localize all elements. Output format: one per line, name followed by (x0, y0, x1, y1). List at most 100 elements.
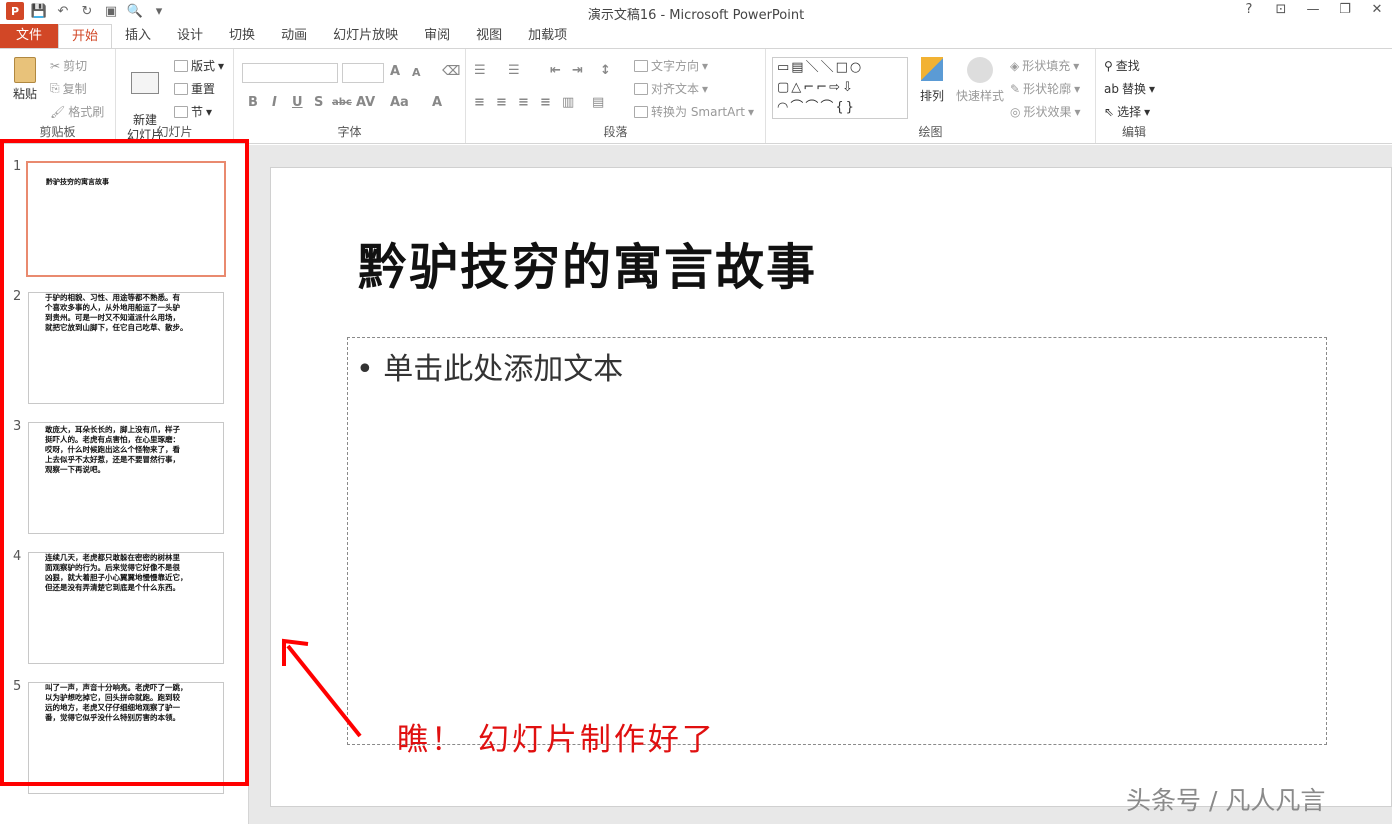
increase-indent-icon[interactable]: ⇥ (572, 63, 583, 78)
tab-transitions[interactable]: 切换 (216, 24, 268, 48)
text-direction-label: 文字方向 (651, 59, 700, 73)
character-spacing-button[interactable]: AV (356, 95, 375, 110)
align-text-label: 对齐文本 (651, 82, 700, 96)
shape-outline-label: 形状轮廓 (1023, 82, 1072, 96)
copy-icon: ⎘ (50, 81, 60, 95)
title-bar: P 💾 ↶ ↻ ▣ 🔍 ▾ 演示文稿16 - Microsoft PowerPo… (0, 0, 1392, 24)
drawing-group-label: 绘图 (918, 125, 943, 139)
clipboard-icon (14, 57, 36, 83)
shape-fill-button[interactable]: ◈ 形状填充 ▾ (1010, 57, 1079, 74)
paragraph-group-label: 段落 (603, 125, 628, 139)
tab-addins[interactable]: 加载项 (515, 24, 580, 48)
slide-title[interactable]: 黔驴技穷的寓言故事 (358, 228, 817, 299)
quick-styles-button[interactable]: 快速样式 (954, 57, 1006, 104)
tab-view[interactable]: 视图 (463, 24, 515, 48)
close-icon[interactable]: ✕ (1368, 2, 1386, 17)
reset-label: 重置 (191, 82, 216, 96)
powerpoint-window: P 💾 ↶ ↻ ▣ 🔍 ▾ 演示文稿16 - Microsoft PowerPo… (0, 0, 1392, 824)
arrange-button[interactable]: 排列 (914, 57, 950, 104)
numbering-icon[interactable]: ☰ (508, 63, 520, 78)
pen-icon: ✎ (1010, 81, 1021, 96)
reset-button[interactable]: 重置 (174, 80, 215, 97)
paste-button[interactable]: 粘贴 (8, 57, 42, 102)
replace-label: 替换 (1121, 82, 1146, 96)
format-painter-label: 格式刷 (68, 105, 105, 119)
binoculars-icon: ⚲ (1104, 58, 1113, 73)
smartart-label: 转换为 SmartArt (651, 105, 745, 119)
align-center-icon[interactable]: ≡ (496, 95, 507, 110)
paste-label: 粘贴 (12, 87, 37, 101)
select-label: 选择 (1117, 105, 1142, 119)
align-right-icon[interactable]: ≡ (518, 95, 529, 110)
reset-icon (174, 82, 188, 95)
grow-font-icon[interactable]: A (390, 64, 400, 79)
find-button[interactable]: ⚲ 查找 (1104, 57, 1140, 74)
copy-label: 复制 (62, 82, 87, 96)
quick-styles-icon (967, 57, 993, 83)
italic-button[interactable]: I (272, 95, 277, 110)
slides-group-label: 幻灯片 (156, 125, 193, 139)
bold-button[interactable]: B (248, 95, 258, 110)
help-icon[interactable]: ? (1240, 2, 1258, 17)
shapes-gallery[interactable]: ▭▤＼＼□○ ▢△⌐⌐⇨⇩ ◠⌒⌒⌒{} (772, 57, 908, 119)
paint-bucket-icon: ◈ (1010, 58, 1020, 73)
ribbon-display-options-icon[interactable]: ⊡ (1272, 2, 1290, 17)
scissors-icon: ✂ (50, 58, 61, 73)
tab-slideshow[interactable]: 幻灯片放映 (320, 24, 411, 48)
align-text-button[interactable]: 对齐文本 ▾ (634, 80, 708, 97)
tab-home[interactable]: 开始 (58, 24, 113, 48)
font-group: A A ⌫ B I U S abc AV Aa A 字体 (234, 49, 466, 143)
line-spacing-icon[interactable]: ↕ (600, 63, 611, 78)
tab-animations[interactable]: 动画 (268, 24, 320, 48)
decrease-indent-icon[interactable]: ⇤ (550, 63, 561, 78)
clear-formatting-icon[interactable]: ⌫ (442, 64, 460, 79)
select-button[interactable]: ⇖ 选择 ▾ (1104, 103, 1150, 120)
section-icon (174, 105, 188, 118)
slides-group: 新建 幻灯片 版式 ▾ 重置 节 ▾ 幻灯片 (116, 49, 234, 143)
annotation-text: 瞧！ 幻灯片制作好了 (397, 722, 716, 758)
text-direction-button[interactable]: 文字方向 ▾ (634, 57, 708, 74)
bullets-icon[interactable]: ☰ (474, 63, 486, 78)
shape-effects-button[interactable]: ◎ 形状效果 ▾ (1010, 103, 1081, 120)
quick-styles-label: 快速样式 (955, 89, 1004, 103)
section-button[interactable]: 节 ▾ (174, 103, 212, 120)
change-case-button[interactable]: Aa (390, 95, 409, 110)
shape-outline-button[interactable]: ✎ 形状轮廓 ▾ (1010, 80, 1080, 97)
format-painter-button[interactable]: 🖌 格式刷 (50, 103, 104, 120)
restore-icon[interactable]: ❐ (1336, 2, 1354, 17)
layout-button[interactable]: 版式 ▾ (174, 57, 224, 74)
distributed-icon[interactable]: ▥ (562, 95, 574, 110)
window-controls: ? ⊡ — ❐ ✕ (1240, 2, 1386, 17)
layout-icon (174, 59, 188, 72)
font-name-combobox[interactable] (242, 63, 338, 83)
shrink-font-icon[interactable]: A (412, 66, 421, 79)
font-color-button[interactable]: A (432, 95, 442, 110)
cut-label: 剪切 (63, 59, 88, 73)
strikethrough-button[interactable]: abc (332, 97, 352, 108)
text-shadow-button[interactable]: S (314, 95, 323, 110)
replace-icon: ab (1104, 81, 1119, 96)
align-text-icon (634, 82, 648, 95)
copy-button[interactable]: ⎘ 复制 (50, 80, 87, 97)
smartart-icon (634, 105, 648, 118)
tab-design[interactable]: 设计 (164, 24, 216, 48)
columns-icon[interactable]: ▤ (592, 95, 604, 110)
window-title: 演示文稿16 - Microsoft PowerPoint (587, 8, 805, 23)
tab-insert[interactable]: 插入 (112, 24, 164, 48)
content-placeholder[interactable]: • 单击此处添加文本 (347, 337, 1327, 745)
replace-button[interactable]: ab 替换 ▾ (1104, 80, 1155, 97)
minimize-icon[interactable]: — (1304, 2, 1322, 17)
font-size-combobox[interactable] (342, 63, 384, 83)
shape-fill-label: 形状填充 (1022, 59, 1071, 73)
new-slide-icon (131, 72, 159, 94)
placeholder-text: • 单击此处添加文本 (356, 344, 623, 388)
arrange-label: 排列 (919, 89, 944, 103)
align-left-icon[interactable]: ≡ (474, 95, 485, 110)
clipboard-group: 粘贴 ✂ 剪切 ⎘ 复制 🖌 格式刷 剪贴板 (0, 49, 116, 143)
justify-icon[interactable]: ≡ (540, 95, 551, 110)
convert-smartart-button[interactable]: 转换为 SmartArt ▾ (634, 103, 754, 120)
tab-review[interactable]: 审阅 (411, 24, 463, 48)
cut-button[interactable]: ✂ 剪切 (50, 57, 87, 74)
underline-button[interactable]: U (292, 95, 303, 110)
tab-file[interactable]: 文件 (0, 24, 58, 48)
